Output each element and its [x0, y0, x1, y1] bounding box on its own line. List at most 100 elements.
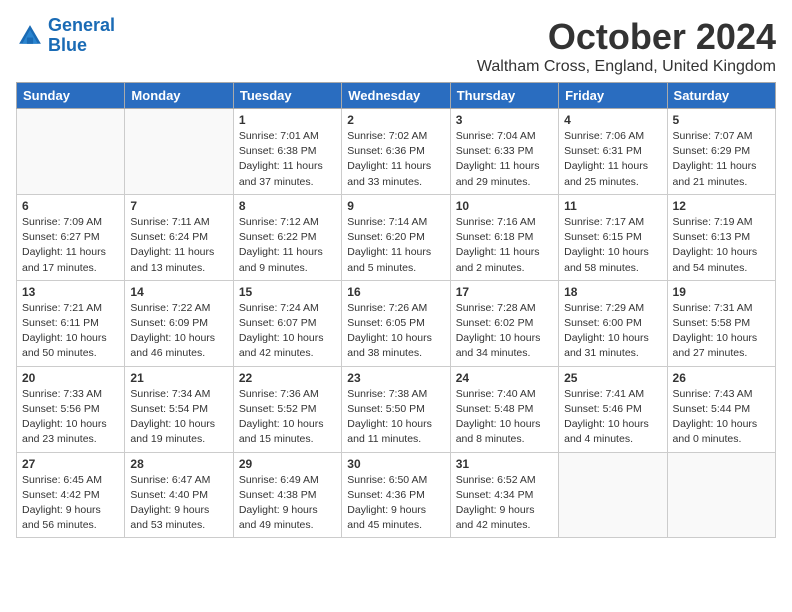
calendar-cell: 23 Sunrise: 7:38 AMSunset: 5:50 PMDayligh… [342, 366, 450, 452]
week-row-2: 6 Sunrise: 7:09 AMSunset: 6:27 PMDaylight… [17, 194, 776, 280]
calendar-cell: 4 Sunrise: 7:06 AMSunset: 6:31 PMDaylight… [559, 109, 667, 195]
calendar-cell: 2 Sunrise: 7:02 AMSunset: 6:36 PMDaylight… [342, 109, 450, 195]
day-info: Sunrise: 7:09 AMSunset: 6:27 PMDaylight:… [22, 215, 119, 276]
day-info: Sunrise: 7:14 AMSunset: 6:20 PMDaylight:… [347, 215, 444, 276]
day-number: 21 [130, 371, 227, 385]
day-number: 2 [347, 113, 444, 127]
day-number: 5 [673, 113, 770, 127]
calendar-cell [559, 452, 667, 538]
day-number: 6 [22, 199, 119, 213]
day-header-thursday: Thursday [450, 83, 558, 109]
week-row-1: 1 Sunrise: 7:01 AMSunset: 6:38 PMDaylight… [17, 109, 776, 195]
day-info: Sunrise: 7:28 AMSunset: 6:02 PMDaylight:… [456, 301, 553, 362]
day-info: Sunrise: 6:47 AMSunset: 4:40 PMDaylight:… [130, 473, 227, 534]
day-info: Sunrise: 7:21 AMSunset: 6:11 PMDaylight:… [22, 301, 119, 362]
day-number: 12 [673, 199, 770, 213]
day-number: 20 [22, 371, 119, 385]
week-row-3: 13 Sunrise: 7:21 AMSunset: 6:11 PMDayligh… [17, 280, 776, 366]
day-number: 10 [456, 199, 553, 213]
calendar-cell: 20 Sunrise: 7:33 AMSunset: 5:56 PMDayligh… [17, 366, 125, 452]
calendar-cell [667, 452, 775, 538]
day-info: Sunrise: 7:16 AMSunset: 6:18 PMDaylight:… [456, 215, 553, 276]
calendar-cell: 3 Sunrise: 7:04 AMSunset: 6:33 PMDaylight… [450, 109, 558, 195]
day-info: Sunrise: 7:24 AMSunset: 6:07 PMDaylight:… [239, 301, 336, 362]
day-info: Sunrise: 7:12 AMSunset: 6:22 PMDaylight:… [239, 215, 336, 276]
day-info: Sunrise: 7:43 AMSunset: 5:44 PMDaylight:… [673, 387, 770, 448]
day-info: Sunrise: 6:45 AMSunset: 4:42 PMDaylight:… [22, 473, 119, 534]
day-header-friday: Friday [559, 83, 667, 109]
day-number: 23 [347, 371, 444, 385]
day-info: Sunrise: 7:01 AMSunset: 6:38 PMDaylight:… [239, 129, 336, 190]
calendar-cell: 16 Sunrise: 7:26 AMSunset: 6:05 PMDayligh… [342, 280, 450, 366]
calendar-cell: 15 Sunrise: 7:24 AMSunset: 6:07 PMDayligh… [233, 280, 341, 366]
calendar-cell: 19 Sunrise: 7:31 AMSunset: 5:58 PMDayligh… [667, 280, 775, 366]
day-info: Sunrise: 7:04 AMSunset: 6:33 PMDaylight:… [456, 129, 553, 190]
calendar-cell: 5 Sunrise: 7:07 AMSunset: 6:29 PMDaylight… [667, 109, 775, 195]
day-number: 7 [130, 199, 227, 213]
day-info: Sunrise: 7:41 AMSunset: 5:46 PMDaylight:… [564, 387, 661, 448]
day-info: Sunrise: 7:02 AMSunset: 6:36 PMDaylight:… [347, 129, 444, 190]
day-info: Sunrise: 6:52 AMSunset: 4:34 PMDaylight:… [456, 473, 553, 534]
day-number: 31 [456, 457, 553, 471]
day-number: 3 [456, 113, 553, 127]
day-info: Sunrise: 7:11 AMSunset: 6:24 PMDaylight:… [130, 215, 227, 276]
day-number: 18 [564, 285, 661, 299]
calendar-cell [125, 109, 233, 195]
day-info: Sunrise: 7:22 AMSunset: 6:09 PMDaylight:… [130, 301, 227, 362]
day-info: Sunrise: 7:36 AMSunset: 5:52 PMDaylight:… [239, 387, 336, 448]
calendar-cell: 11 Sunrise: 7:17 AMSunset: 6:15 PMDayligh… [559, 194, 667, 280]
calendar-cell [17, 109, 125, 195]
calendar-cell: 17Sunrise: 7:28 AMSunset: 6:02 PMDayligh… [450, 280, 558, 366]
day-number: 15 [239, 285, 336, 299]
logo-text: General Blue [48, 16, 115, 56]
day-number: 19 [673, 285, 770, 299]
calendar-cell: 26 Sunrise: 7:43 AMSunset: 5:44 PMDayligh… [667, 366, 775, 452]
calendar-cell: 22 Sunrise: 7:36 AMSunset: 5:52 PMDayligh… [233, 366, 341, 452]
logo-line2: Blue [48, 35, 87, 55]
day-info: Sunrise: 7:31 AMSunset: 5:58 PMDaylight:… [673, 301, 770, 362]
day-info: Sunrise: 7:26 AMSunset: 6:05 PMDaylight:… [347, 301, 444, 362]
calendar-cell: 8 Sunrise: 7:12 AMSunset: 6:22 PMDaylight… [233, 194, 341, 280]
calendar-cell: 25 Sunrise: 7:41 AMSunset: 5:46 PMDayligh… [559, 366, 667, 452]
day-number: 24 [456, 371, 553, 385]
calendar-cell: 18 Sunrise: 7:29 AMSunset: 6:00 PMDayligh… [559, 280, 667, 366]
calendar-cell: 13 Sunrise: 7:21 AMSunset: 6:11 PMDayligh… [17, 280, 125, 366]
day-info: Sunrise: 7:38 AMSunset: 5:50 PMDaylight:… [347, 387, 444, 448]
day-info: Sunrise: 6:50 AMSunset: 4:36 PMDaylight:… [347, 473, 444, 534]
day-info: Sunrise: 7:33 AMSunset: 5:56 PMDaylight:… [22, 387, 119, 448]
days-header-row: SundayMondayTuesdayWednesdayThursdayFrid… [17, 83, 776, 109]
location: Waltham Cross, England, United Kingdom [477, 58, 776, 76]
month-title: October 2024 [477, 16, 776, 58]
calendar-table: SundayMondayTuesdayWednesdayThursdayFrid… [16, 82, 776, 538]
calendar-cell: 12Sunrise: 7:19 AMSunset: 6:13 PMDayligh… [667, 194, 775, 280]
day-number: 16 [347, 285, 444, 299]
day-number: 4 [564, 113, 661, 127]
calendar-cell: 9Sunrise: 7:14 AMSunset: 6:20 PMDaylight… [342, 194, 450, 280]
day-info: Sunrise: 7:06 AMSunset: 6:31 PMDaylight:… [564, 129, 661, 190]
day-number: 29 [239, 457, 336, 471]
day-number: 13 [22, 285, 119, 299]
day-info: Sunrise: 7:29 AMSunset: 6:00 PMDaylight:… [564, 301, 661, 362]
week-row-4: 20 Sunrise: 7:33 AMSunset: 5:56 PMDayligh… [17, 366, 776, 452]
day-header-monday: Monday [125, 83, 233, 109]
day-header-tuesday: Tuesday [233, 83, 341, 109]
day-number: 1 [239, 113, 336, 127]
calendar-cell: 10 Sunrise: 7:16 AMSunset: 6:18 PMDayligh… [450, 194, 558, 280]
calendar-cell: 30Sunrise: 6:50 AMSunset: 4:36 PMDayligh… [342, 452, 450, 538]
calendar-cell: 31 Sunrise: 6:52 AMSunset: 4:34 PMDayligh… [450, 452, 558, 538]
day-header-saturday: Saturday [667, 83, 775, 109]
day-number: 26 [673, 371, 770, 385]
day-header-sunday: Sunday [17, 83, 125, 109]
page-header: General Blue October 2024 Waltham Cross,… [16, 16, 776, 76]
logo-icon [16, 22, 44, 50]
title-block: October 2024 Waltham Cross, England, Uni… [477, 16, 776, 76]
day-number: 8 [239, 199, 336, 213]
day-number: 11 [564, 199, 661, 213]
day-info: Sunrise: 7:40 AMSunset: 5:48 PMDaylight:… [456, 387, 553, 448]
calendar-cell: 1 Sunrise: 7:01 AMSunset: 6:38 PMDaylight… [233, 109, 341, 195]
day-info: Sunrise: 7:17 AMSunset: 6:15 PMDaylight:… [564, 215, 661, 276]
day-number: 22 [239, 371, 336, 385]
day-info: Sunrise: 7:07 AMSunset: 6:29 PMDaylight:… [673, 129, 770, 190]
day-number: 27 [22, 457, 119, 471]
day-number: 25 [564, 371, 661, 385]
